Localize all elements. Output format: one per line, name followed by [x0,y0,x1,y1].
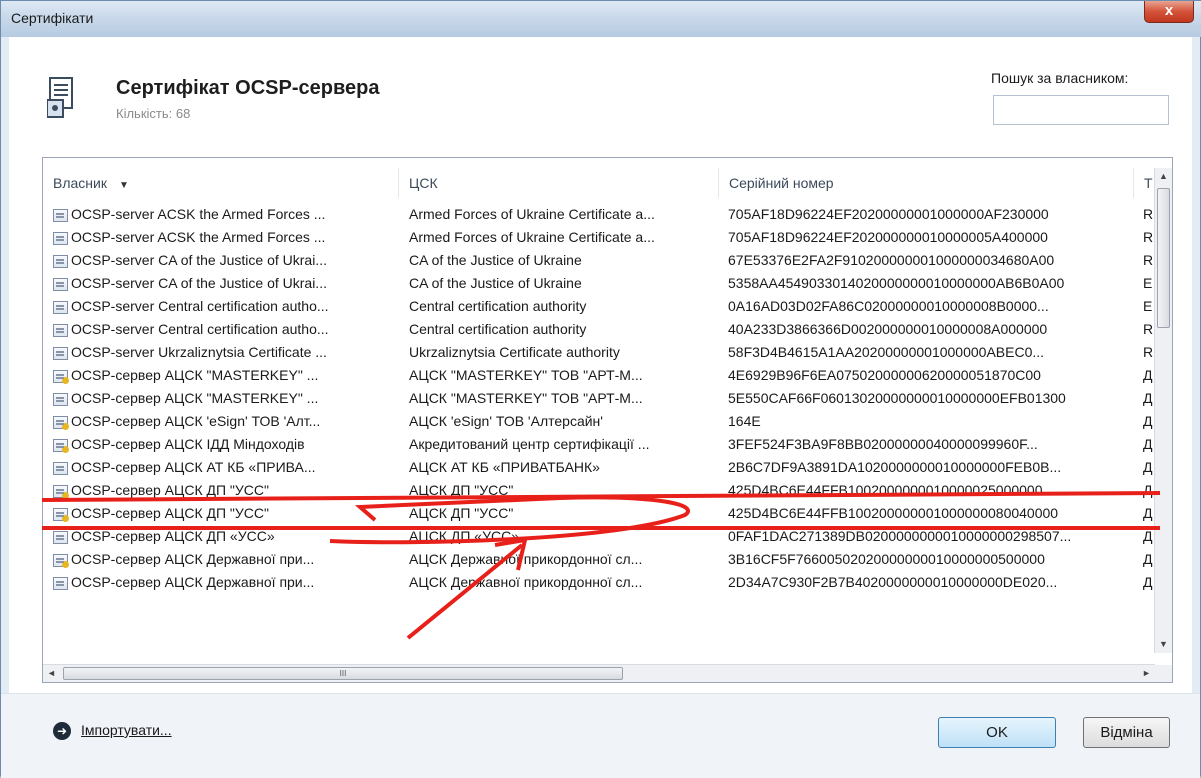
annotation-arrow [406,543,524,640]
annotation-loop [329,495,690,545]
red-annotation-overlay [41,491,1161,640]
